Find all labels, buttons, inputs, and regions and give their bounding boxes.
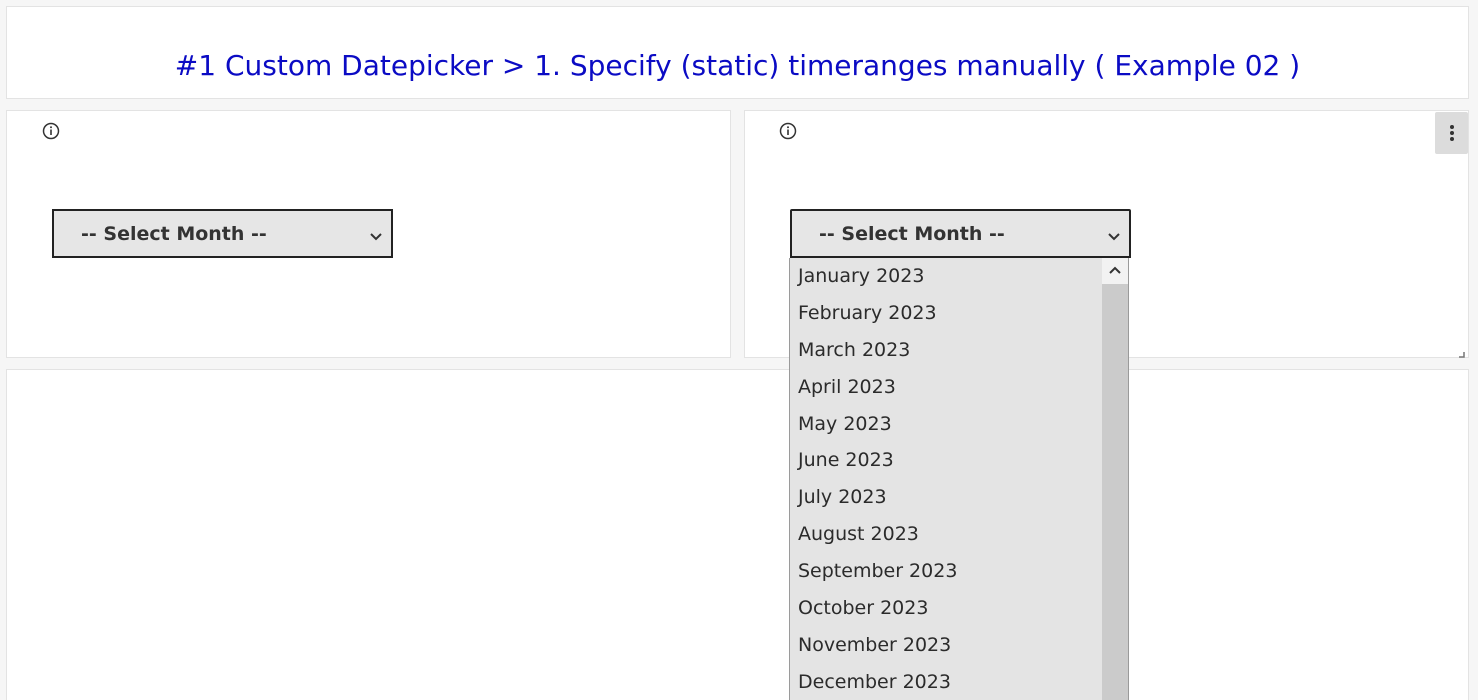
info-icon[interactable] [42, 122, 60, 140]
dropdown-option[interactable]: December 2023 [798, 664, 951, 700]
dropdown-option[interactable]: November 2023 [798, 627, 951, 664]
bottom-panel [6, 369, 1469, 700]
page-title: #1 Custom Datepicker > 1. Specify (stati… [174, 49, 1301, 82]
chevron-up-icon [1109, 266, 1121, 274]
dropdown-option[interactable]: February 2023 [798, 295, 937, 332]
select-label: -- Select Month -- [81, 223, 267, 245]
month-dropdown-list[interactable]: January 2023 February 2023 March 2023 Ap… [789, 258, 1129, 700]
title-panel: #1 Custom Datepicker > 1. Specify (stati… [6, 6, 1469, 99]
month-select-right[interactable]: -- Select Month -- [790, 209, 1131, 258]
resize-handle-icon[interactable] [1456, 344, 1466, 358]
info-icon[interactable] [779, 122, 797, 140]
dropdown-scrollbar[interactable] [1102, 258, 1128, 700]
dashboard-page: #1 Custom Datepicker > 1. Specify (stati… [0, 0, 1478, 700]
scroll-up-button[interactable] [1102, 258, 1128, 284]
month-select-left[interactable]: -- Select Month -- [52, 209, 393, 258]
chevron-down-icon [1107, 228, 1121, 241]
dropdown-option[interactable]: April 2023 [798, 369, 896, 406]
dropdown-option[interactable]: September 2023 [798, 553, 957, 590]
dropdown-option[interactable]: March 2023 [798, 332, 910, 369]
vertical-dots-icon [1450, 125, 1454, 129]
dropdown-option[interactable]: August 2023 [798, 516, 919, 553]
panel-menu-button[interactable] [1435, 112, 1468, 154]
chevron-down-icon [369, 228, 383, 241]
dropdown-option[interactable]: June 2023 [798, 442, 894, 479]
dropdown-option[interactable]: May 2023 [798, 406, 892, 443]
dropdown-option[interactable]: October 2023 [798, 590, 928, 627]
select-label: -- Select Month -- [819, 223, 1005, 245]
dropdown-option[interactable]: January 2023 [798, 258, 924, 295]
dropdown-option[interactable]: July 2023 [798, 479, 887, 516]
